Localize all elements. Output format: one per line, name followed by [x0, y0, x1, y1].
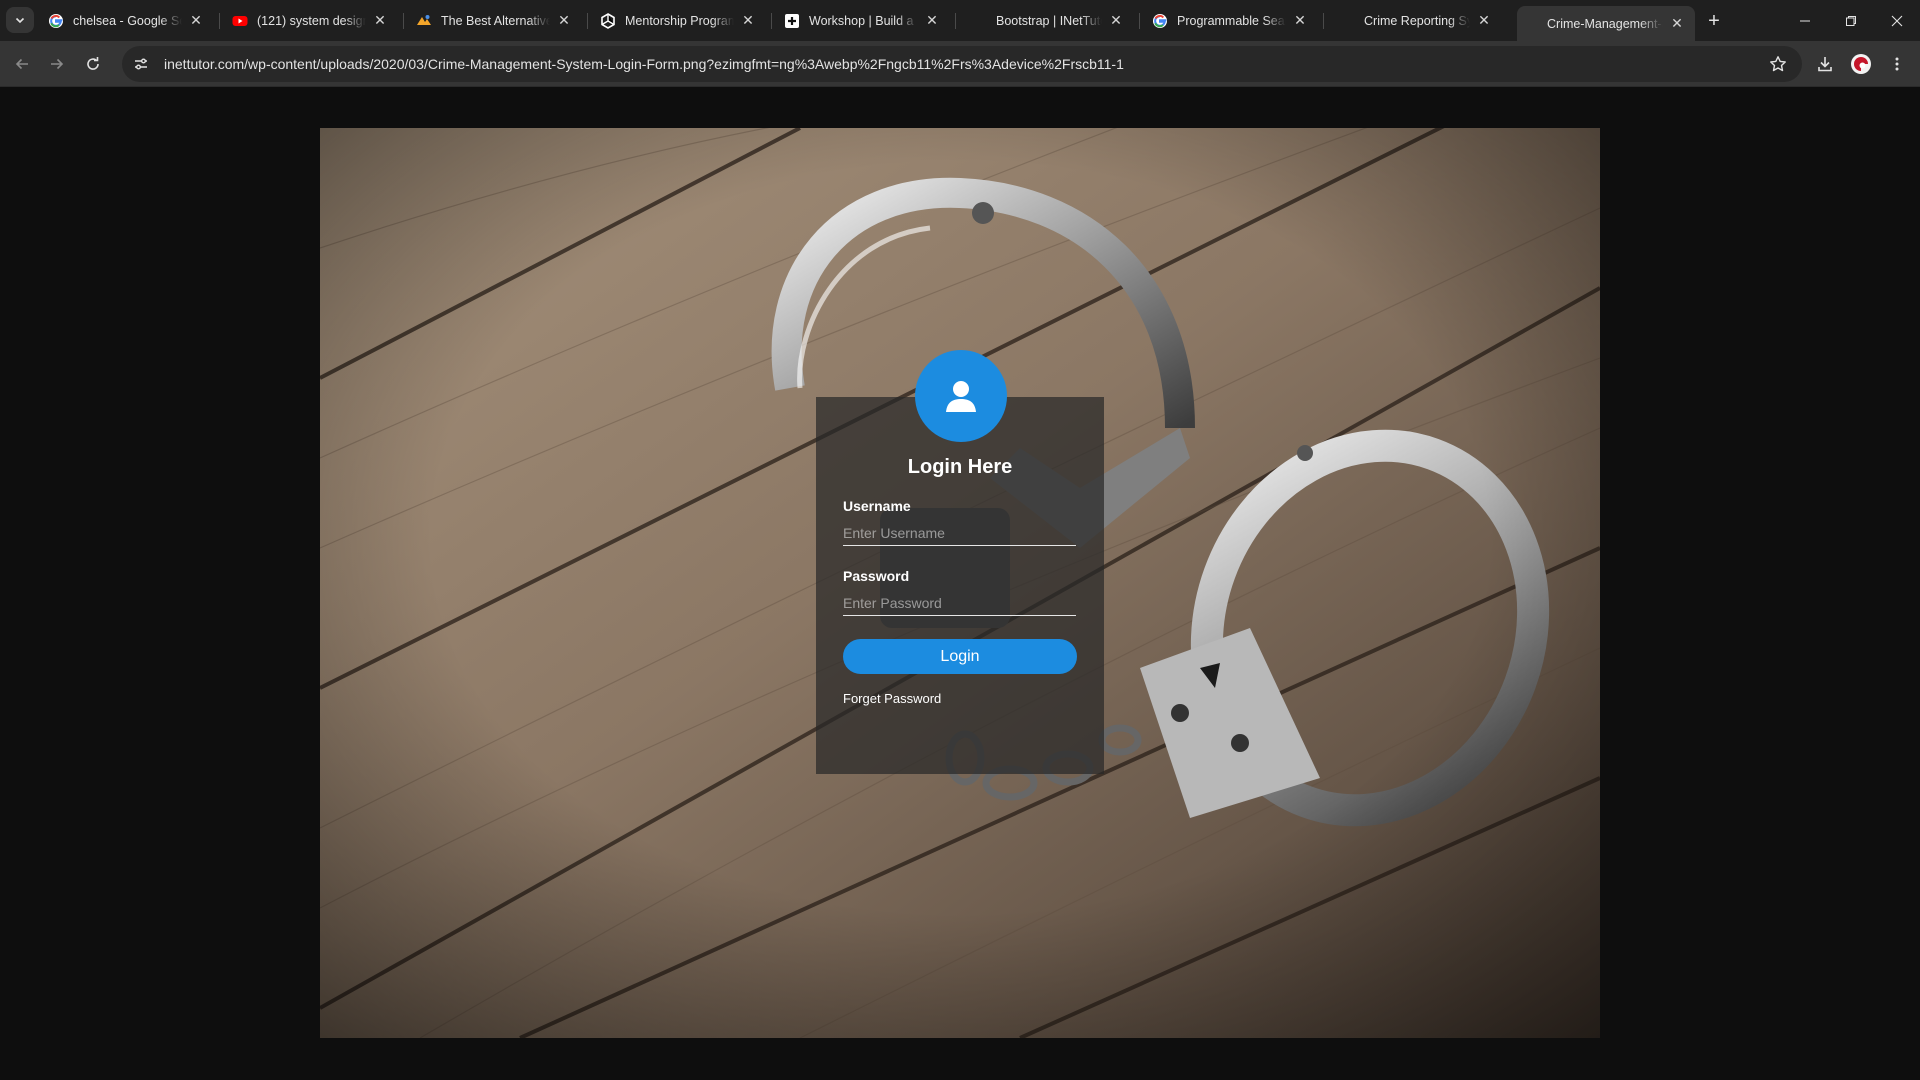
password-label: Password — [843, 568, 910, 584]
close-icon[interactable]: ✕ — [740, 12, 756, 29]
tab-title: Programmable Search — [1177, 13, 1286, 28]
tab-bootstrap[interactable]: Bootstrap | INetTutor ✕ — [958, 6, 1134, 35]
tab-youtube[interactable]: (121) system design interview ✕ — [222, 6, 398, 35]
close-icon[interactable]: ✕ — [372, 12, 388, 29]
arrow-right-icon — [51, 58, 64, 70]
tab-separator — [955, 13, 956, 29]
google-icon — [1152, 13, 1168, 29]
tab-search-button[interactable] — [6, 7, 34, 33]
tab-separator — [219, 13, 220, 29]
close-icon[interactable]: ✕ — [924, 12, 940, 29]
mascot-icon — [416, 13, 432, 29]
hexagon-logo-icon — [600, 12, 616, 29]
avatar — [915, 350, 1007, 442]
google-icon — [48, 13, 64, 29]
tab-separator — [587, 13, 588, 29]
page-viewport: Login Here Username Password Login Forge… — [0, 87, 1920, 1080]
tab-title: Workshop | Build a New — [809, 13, 918, 28]
close-icon — [1891, 15, 1903, 26]
address-bar[interactable]: inettutor.com/wp-content/uploads/2020/03… — [122, 46, 1802, 82]
site-info-icon[interactable] — [126, 49, 156, 79]
minimize-button[interactable] — [1782, 0, 1828, 41]
login-card — [816, 397, 1104, 774]
tab-best-alternative[interactable]: The Best Alternative to ✕ — [406, 6, 582, 35]
username-label: Username — [843, 498, 911, 514]
restore-icon — [1846, 15, 1856, 26]
close-icon[interactable]: ✕ — [1292, 12, 1308, 29]
close-icon[interactable]: ✕ — [556, 12, 572, 29]
tab-title: Crime-Management-System — [1547, 16, 1663, 31]
avatar-icon — [1851, 54, 1871, 74]
browser-menu-button[interactable] — [1883, 50, 1911, 78]
close-icon[interactable]: ✕ — [1108, 12, 1124, 29]
plus-square-icon — [784, 13, 800, 29]
tab-mentorship[interactable]: Mentorship Program ✕ — [590, 6, 766, 35]
profile-avatar[interactable] — [1847, 50, 1875, 78]
back-button[interactable] — [8, 50, 36, 78]
minimize-icon — [1800, 20, 1810, 21]
restore-button[interactable] — [1828, 0, 1874, 41]
tab-strip: chelsea - Google Search ✕ (121) system d… — [0, 0, 1920, 41]
tab-title: The Best Alternative to — [441, 13, 550, 28]
more-vertical-icon — [1895, 57, 1899, 71]
login-button[interactable]: Login — [843, 639, 1077, 674]
tab-separator — [1139, 13, 1140, 29]
download-icon — [1818, 57, 1832, 72]
login-form-image: Login Here Username Password Login Forge… — [320, 128, 1600, 1038]
tab-title: chelsea - Google Search — [73, 13, 182, 28]
tab-programmable-search[interactable]: Programmable Search ✕ — [1142, 6, 1318, 35]
url-text: inettutor.com/wp-content/uploads/2020/03… — [164, 56, 1124, 72]
tab-crime-management-active[interactable]: Crime-Management-System ✕ — [1517, 6, 1695, 41]
close-icon[interactable]: ✕ — [188, 12, 204, 29]
tab-crime-reporting[interactable]: Crime Reporting System ✕ — [1326, 6, 1502, 35]
tab-title: Mentorship Program — [625, 13, 734, 28]
reload-button[interactable] — [79, 50, 107, 78]
tab-title: Crime Reporting System — [1364, 13, 1470, 28]
forward-button[interactable] — [43, 50, 71, 78]
reload-icon — [87, 57, 99, 70]
tab-separator — [1323, 13, 1324, 29]
login-title: Login Here — [907, 456, 1013, 478]
new-tab-button[interactable]: + — [1702, 9, 1726, 33]
forget-password-link[interactable]: Forget Password — [843, 691, 941, 706]
browser-toolbar: inettutor.com/wp-content/uploads/2020/03… — [0, 41, 1920, 87]
arrow-left-icon — [15, 58, 28, 70]
bookmark-star-icon[interactable] — [1766, 52, 1790, 76]
username-input[interactable] — [843, 520, 1076, 546]
tab-chelsea-google[interactable]: chelsea - Google Search ✕ — [38, 6, 214, 35]
password-input[interactable] — [843, 590, 1076, 616]
tab-separator — [403, 13, 404, 29]
youtube-icon — [232, 13, 248, 29]
close-icon[interactable]: ✕ — [1669, 15, 1685, 32]
tab-workshop[interactable]: Workshop | Build a New ✕ — [774, 6, 950, 35]
close-window-button[interactable] — [1874, 0, 1920, 41]
close-icon[interactable]: ✕ — [1476, 12, 1492, 29]
user-icon — [946, 381, 976, 412]
downloads-button[interactable] — [1811, 50, 1839, 78]
plus-icon: + — [1708, 9, 1720, 32]
chevron-down-icon — [15, 17, 25, 24]
tab-title: Bootstrap | INetTutor — [996, 13, 1102, 28]
tab-title: (121) system design interview — [257, 13, 366, 28]
tab-separator — [771, 13, 772, 29]
